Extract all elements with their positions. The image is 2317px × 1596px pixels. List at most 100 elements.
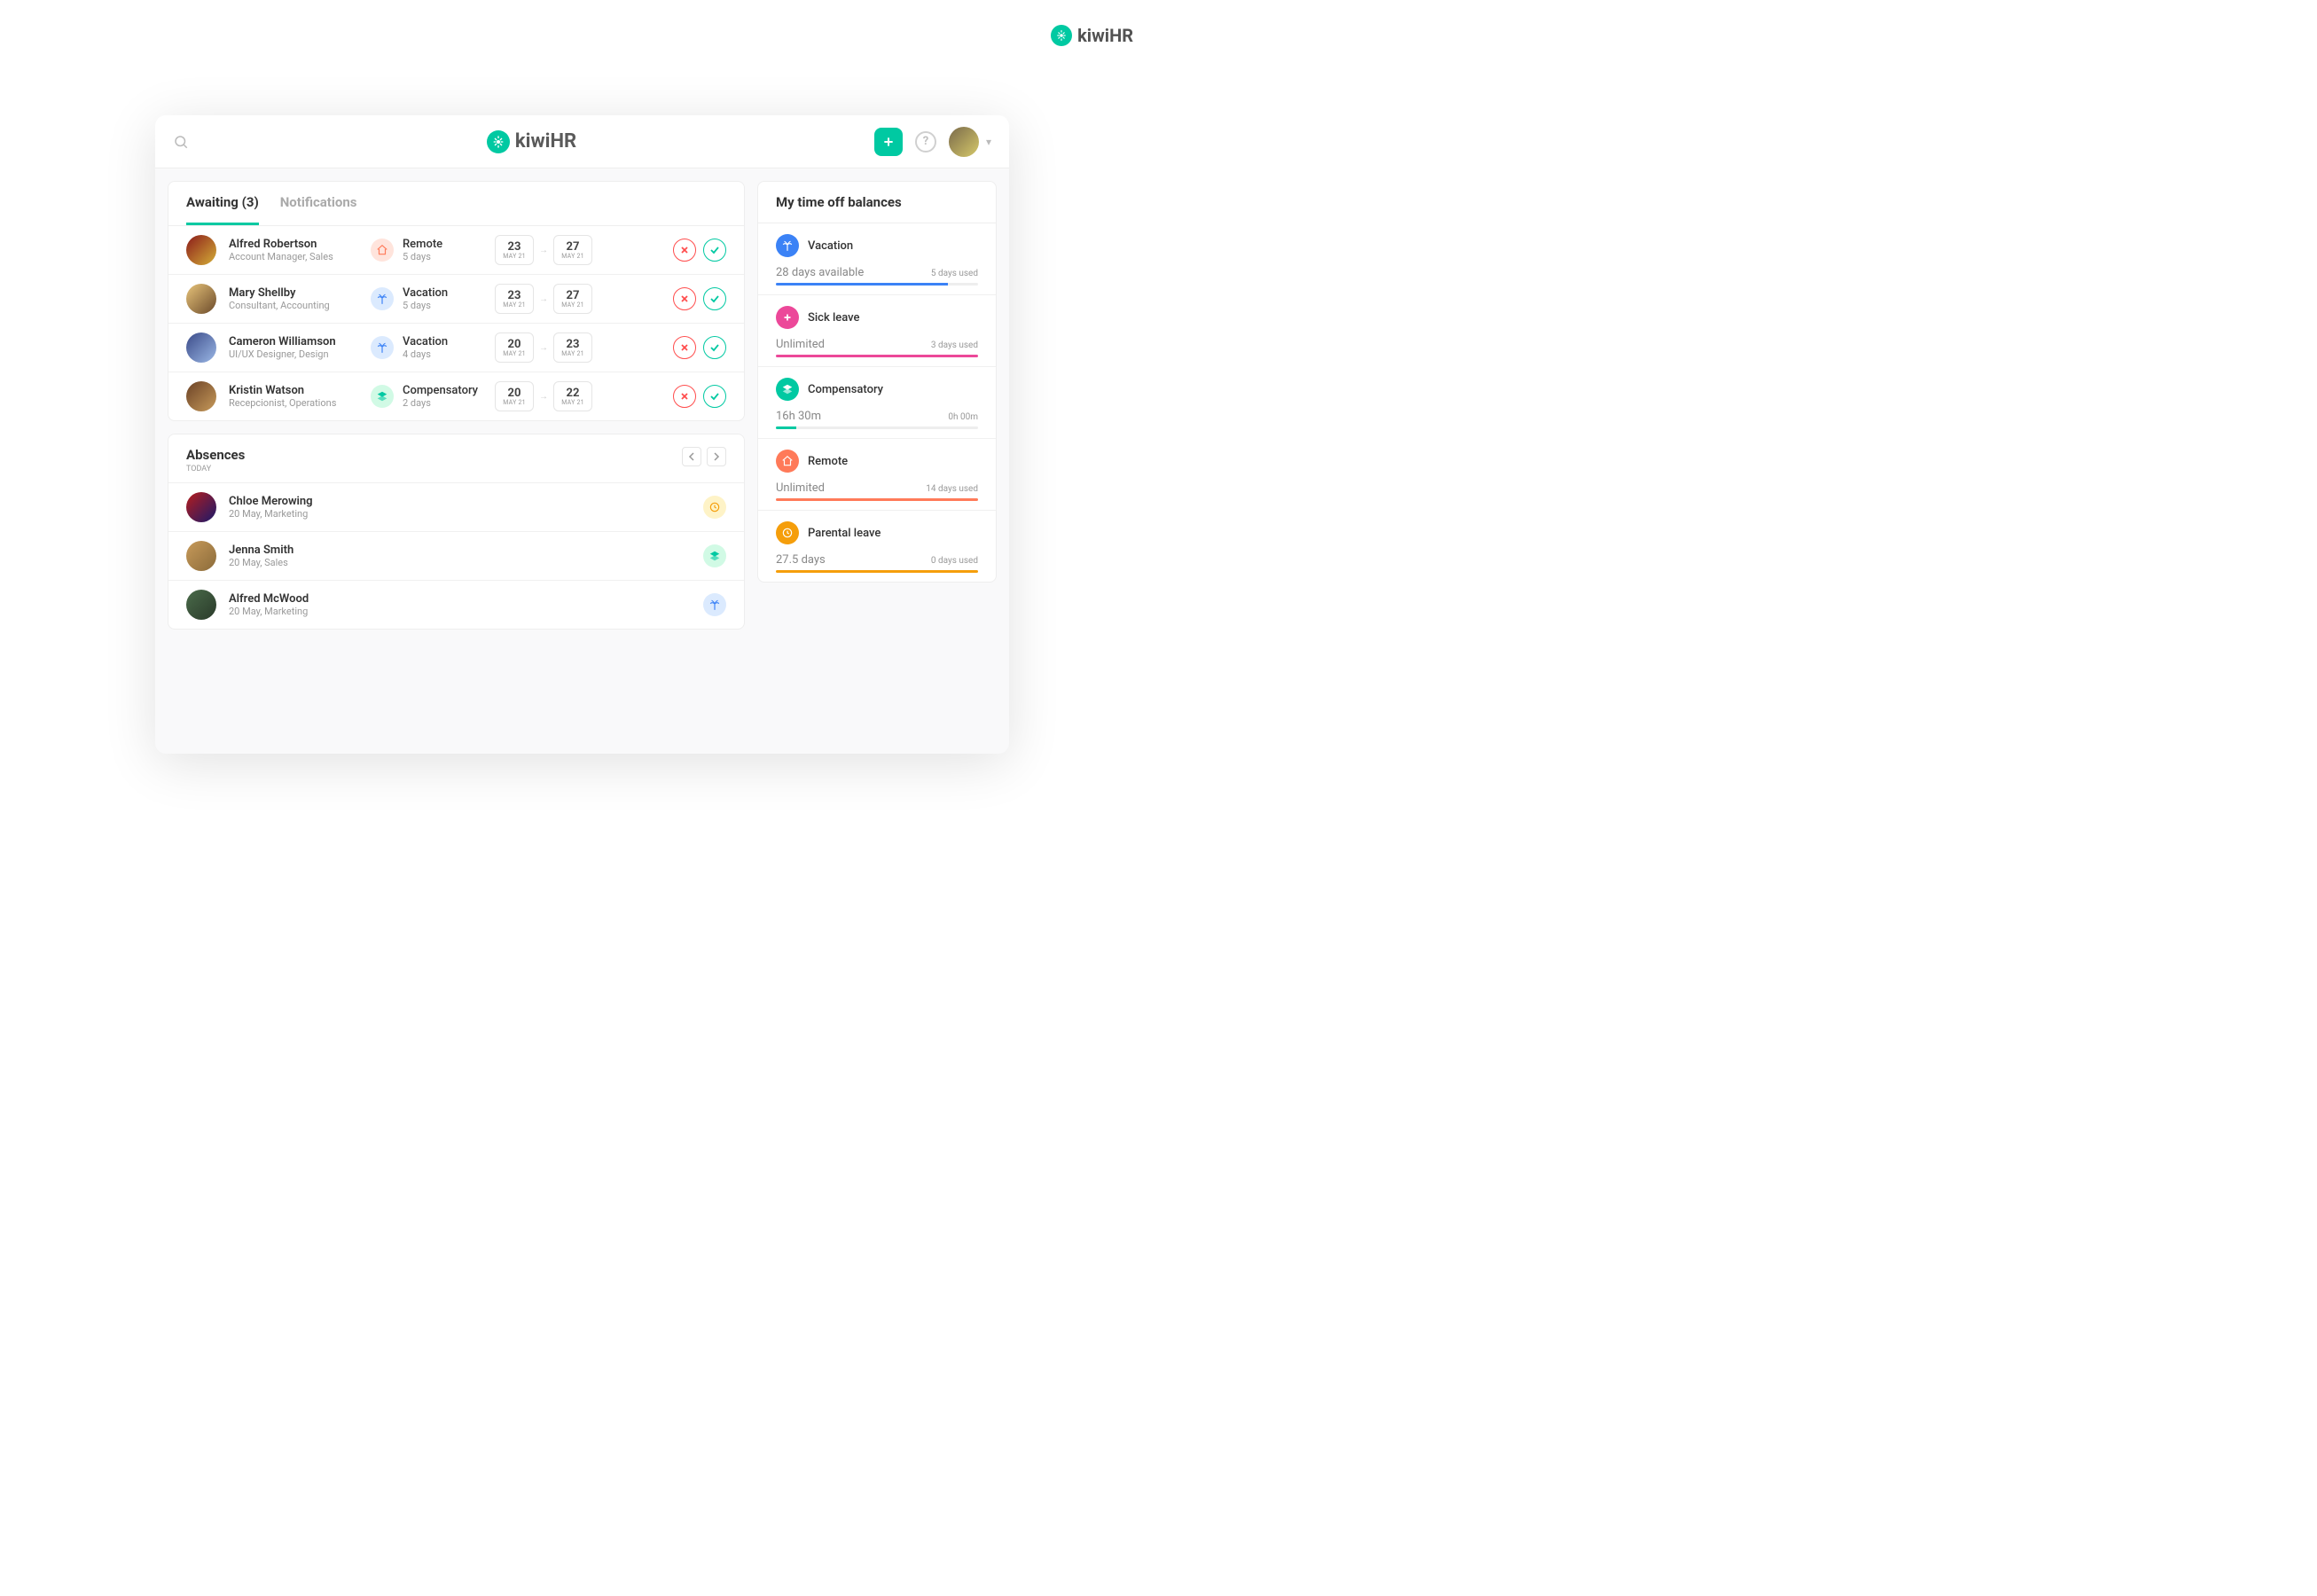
person-name: Mary Shellby bbox=[229, 286, 371, 300]
person-name: Cameron Williamson bbox=[229, 335, 371, 348]
type-label: Remote bbox=[403, 238, 442, 251]
request-row: Alfred RobertsonAccount Manager, Sales Re… bbox=[168, 226, 744, 275]
person-name: Jenna Smith bbox=[229, 544, 294, 557]
reject-button[interactable] bbox=[673, 385, 696, 408]
balance-item: RemoteUnlimited14 days used bbox=[758, 439, 996, 511]
type-days: 5 days bbox=[403, 300, 448, 311]
request-row: Cameron WilliamsonUI/UX Designer, Design… bbox=[168, 324, 744, 372]
balance-name: Parental leave bbox=[808, 527, 881, 540]
balance-item: Vacation 28 days available 5 days used bbox=[758, 223, 996, 295]
add-button[interactable] bbox=[874, 128, 903, 156]
balance-bar bbox=[776, 355, 978, 357]
balance-used: 3 days used bbox=[931, 340, 978, 350]
person-name: Alfred McWood bbox=[229, 592, 309, 606]
reject-button[interactable] bbox=[673, 239, 696, 262]
absence-row: Alfred McWood20 May, Marketing bbox=[168, 580, 744, 629]
balance-bar bbox=[776, 570, 978, 573]
balance-available: 28 days available bbox=[776, 266, 864, 279]
brand-text: kiwiHR bbox=[515, 130, 576, 153]
date-range: 23MAY 21→27MAY 21 bbox=[495, 284, 592, 314]
date-to: 22MAY 21 bbox=[553, 381, 592, 411]
header: kiwiHR ? ▾ bbox=[155, 115, 1009, 168]
tab-notifications[interactable]: Notifications bbox=[280, 182, 357, 225]
layers-icon bbox=[703, 544, 726, 567]
balance-bar bbox=[776, 498, 978, 501]
app-window: kiwiHR ? ▾ Awaiting (3) Notifications Al… bbox=[155, 115, 1009, 754]
home-icon bbox=[776, 450, 799, 473]
date-range: 20MAY 21 → 22MAY 21 bbox=[495, 381, 592, 411]
date-from: 23MAY 21 bbox=[495, 284, 534, 314]
date-to: 27MAY 21 bbox=[553, 235, 592, 265]
absences-subtitle: TODAY bbox=[186, 465, 245, 473]
balances-title: My time off balances bbox=[758, 182, 996, 223]
balance-item: Compensatory16h 30m0h 00m bbox=[758, 367, 996, 439]
arrow-right-icon: → bbox=[539, 246, 548, 255]
person-role: UI/UX Designer, Design bbox=[229, 348, 371, 360]
avatar bbox=[186, 284, 216, 314]
balance-name: Compensatory bbox=[808, 383, 883, 396]
person-role: Consultant, Accounting bbox=[229, 300, 371, 311]
balance-available: Unlimited bbox=[776, 338, 825, 351]
date-range: 20MAY 21→23MAY 21 bbox=[495, 332, 592, 363]
search-icon[interactable] bbox=[173, 134, 189, 150]
tabs: Awaiting (3) Notifications bbox=[168, 182, 744, 226]
type-days: 2 days bbox=[403, 397, 478, 409]
kiwi-icon bbox=[487, 130, 510, 153]
person-name: Kristin Watson bbox=[229, 384, 371, 397]
absence-row: Jenna Smith20 May, Sales bbox=[168, 531, 744, 580]
reject-button[interactable] bbox=[673, 336, 696, 359]
palm-icon bbox=[776, 234, 799, 257]
kiwi-icon bbox=[1051, 25, 1072, 46]
balance-item: Parental leave27.5 days0 days used bbox=[758, 511, 996, 582]
person-role: Account Manager, Sales bbox=[229, 251, 371, 262]
tab-awaiting[interactable]: Awaiting (3) bbox=[186, 182, 259, 225]
approve-button[interactable] bbox=[703, 287, 726, 310]
person-name: Alfred Robertson bbox=[229, 238, 371, 251]
home-icon bbox=[371, 239, 394, 262]
approve-button[interactable] bbox=[703, 385, 726, 408]
balance-available: 27.5 days bbox=[776, 553, 826, 567]
date-to: 27MAY 21 bbox=[553, 284, 592, 314]
approve-button[interactable] bbox=[703, 336, 726, 359]
absence-detail: 20 May, Marketing bbox=[229, 606, 309, 617]
type-days: 4 days bbox=[403, 348, 448, 360]
clock-icon bbox=[703, 496, 726, 519]
header-logo: kiwiHR bbox=[487, 130, 576, 153]
person-role: Recepcionist, Operations bbox=[229, 397, 371, 409]
avatar bbox=[186, 541, 216, 571]
type-label: Vacation bbox=[403, 335, 448, 348]
arrow-right-icon: → bbox=[539, 392, 548, 402]
layers-icon bbox=[371, 385, 394, 408]
absence-detail: 20 May, Sales bbox=[229, 557, 294, 568]
date-from: 20MAY 21 bbox=[495, 381, 534, 411]
approve-button[interactable] bbox=[703, 239, 726, 262]
request-row: Mary ShellbyConsultant, AccountingVacati… bbox=[168, 275, 744, 324]
absence-detail: 20 May, Marketing bbox=[229, 508, 313, 520]
avatar bbox=[186, 590, 216, 620]
user-menu[interactable]: ▾ bbox=[949, 127, 991, 157]
type-label: Compensatory bbox=[403, 384, 478, 397]
help-button[interactable]: ? bbox=[915, 131, 936, 153]
person-name: Chloe Merowing bbox=[229, 495, 313, 508]
balance-name: Sick leave bbox=[808, 311, 860, 325]
request-row: Kristin WatsonRecepcionist, Operations Co… bbox=[168, 372, 744, 420]
requests-card: Awaiting (3) Notifications Alfred Robert… bbox=[168, 181, 745, 421]
balance-used: 14 days used bbox=[926, 484, 978, 494]
balance-name: Vacation bbox=[808, 239, 853, 253]
palm-icon bbox=[703, 593, 726, 616]
balance-name: Remote bbox=[808, 455, 848, 468]
balance-bar bbox=[776, 426, 978, 429]
absence-row: Chloe Merowing20 May, Marketing bbox=[168, 482, 744, 531]
balance-used: 5 days used bbox=[931, 269, 978, 278]
corner-logo: kiwiHR bbox=[1051, 25, 1133, 46]
reject-button[interactable] bbox=[673, 287, 696, 310]
layers-icon bbox=[776, 378, 799, 401]
absences-title: Absences bbox=[186, 447, 245, 463]
avatar bbox=[186, 381, 216, 411]
date-to: 23MAY 21 bbox=[553, 332, 592, 363]
next-button[interactable] bbox=[707, 447, 726, 466]
balance-bar bbox=[776, 283, 978, 286]
balance-item: Sick leave Unlimited 3 days used bbox=[758, 295, 996, 367]
prev-button[interactable] bbox=[682, 447, 701, 466]
brand-text: kiwiHR bbox=[1077, 25, 1133, 46]
